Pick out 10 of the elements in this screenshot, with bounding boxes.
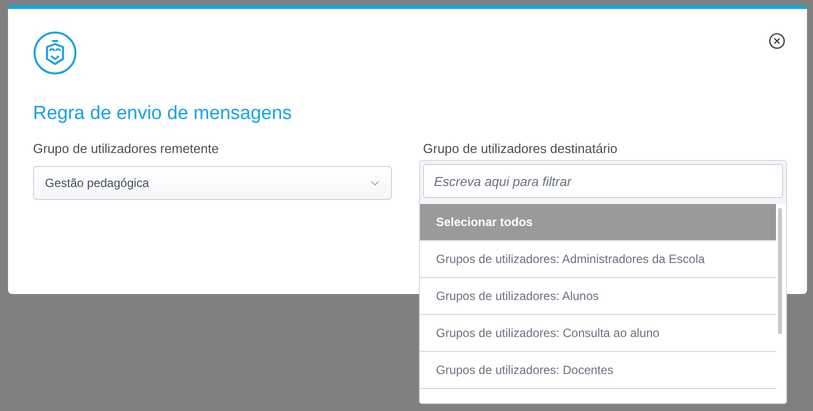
close-icon[interactable] bbox=[769, 33, 785, 49]
scrollbar-thumb[interactable] bbox=[778, 208, 782, 334]
field-label: Grupo de utilizadores destinatário bbox=[423, 141, 618, 158]
logo-icon bbox=[33, 31, 77, 75]
sender-select[interactable]: Gestão pedagógica bbox=[33, 166, 392, 200]
dialog-title: Regra de envio de mensagens bbox=[33, 103, 293, 125]
filter-field[interactable]: Escreva aqui para filtrar bbox=[423, 164, 783, 198]
dropdown-option[interactable]: Selecionar todos bbox=[420, 204, 776, 241]
chevron-down-icon bbox=[371, 180, 379, 186]
field-label: Grupo de utilizadores remetente bbox=[33, 141, 220, 158]
